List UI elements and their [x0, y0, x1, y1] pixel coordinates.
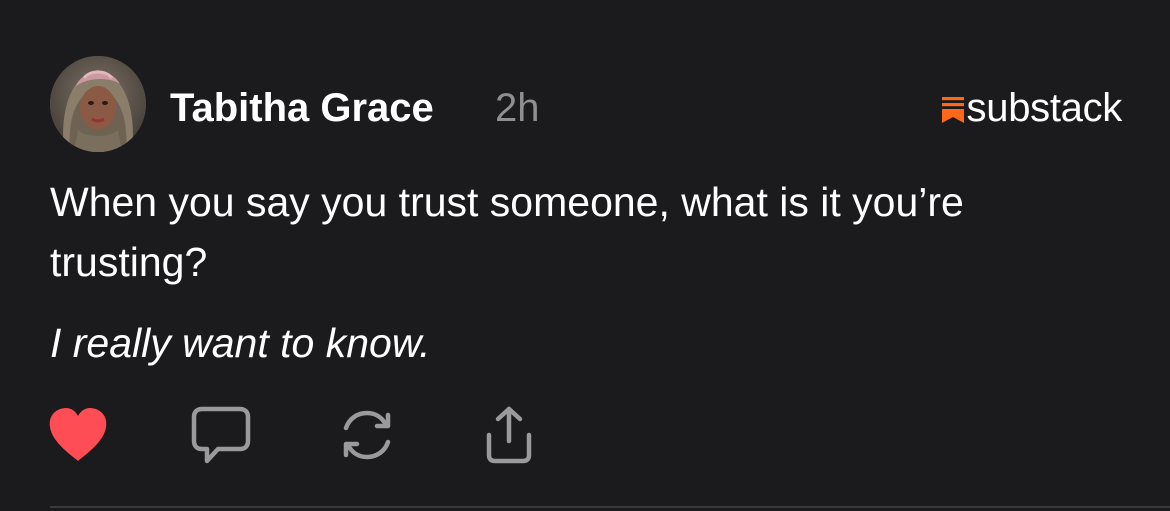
share-icon	[486, 406, 532, 464]
comment-bubble-icon	[191, 406, 251, 464]
avatar-photo	[50, 56, 146, 152]
brand-name: substack	[966, 86, 1123, 130]
share-button[interactable]	[474, 400, 544, 470]
action-bar	[0, 400, 1170, 470]
post-emphasis: I really want to know.	[50, 320, 431, 366]
restack-icon	[343, 410, 391, 460]
substack-logo-icon	[941, 97, 964, 123]
post-card: Tabitha Grace 2h substack When you say y…	[0, 0, 1170, 511]
substack-brand[interactable]: substack	[941, 84, 1123, 132]
author-name[interactable]: Tabitha Grace	[170, 84, 434, 132]
heart-icon	[49, 408, 107, 461]
restack-button[interactable]	[332, 400, 402, 470]
author-avatar[interactable]	[50, 56, 146, 152]
like-button[interactable]	[43, 400, 113, 470]
post-divider	[50, 506, 1170, 508]
post-body: When you say you trust someone, what is …	[50, 179, 964, 285]
comment-button[interactable]	[186, 400, 256, 470]
post-timestamp: 2h	[495, 86, 540, 130]
